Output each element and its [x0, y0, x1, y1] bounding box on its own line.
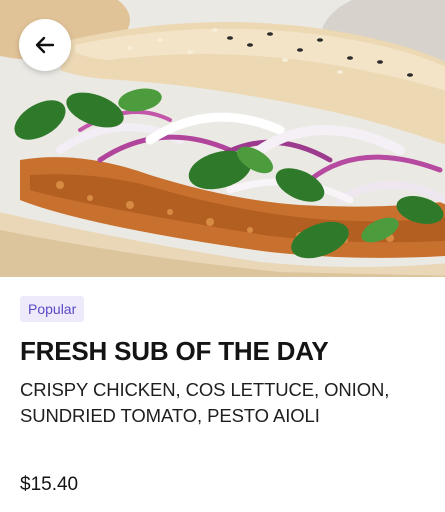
product-info: Popular FRESH SUB OF THE DAY CRISPY CHIC… [20, 296, 429, 429]
product-description: CRISPY CHICKEN, COS LETTUCE, ONION, SUND… [20, 379, 390, 426]
product-image [0, 0, 445, 277]
product-price: $15.40 [20, 474, 79, 495]
arrow-left-icon [35, 36, 55, 54]
product-title: FRESH SUB OF THE DAY [20, 336, 329, 366]
back-button[interactable] [19, 19, 71, 71]
popular-badge: Popular [20, 296, 85, 322]
product-detail-screen: Popular FRESH SUB OF THE DAY CRISPY CHIC… [0, 0, 445, 512]
